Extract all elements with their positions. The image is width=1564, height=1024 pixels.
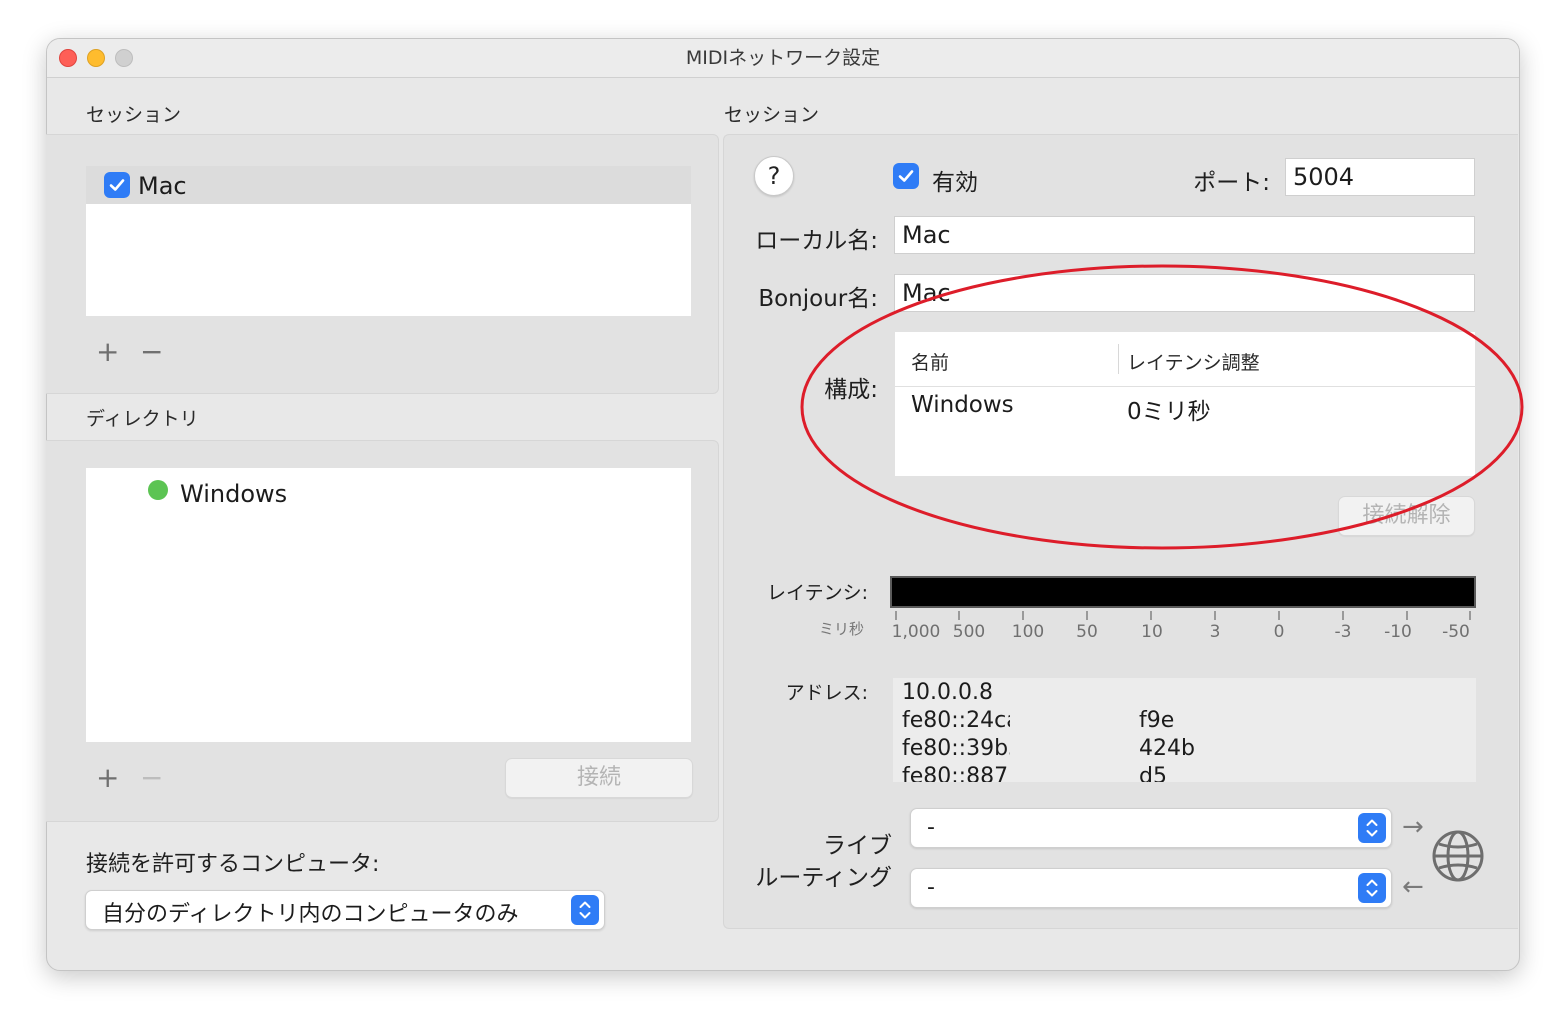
routing-out-popup[interactable]: - bbox=[910, 808, 1392, 848]
latency-tick-label: -3 bbox=[1334, 622, 1352, 642]
allow-label: 接続を許可するコンピュータ: bbox=[86, 852, 380, 877]
latency-tick bbox=[1342, 611, 1344, 620]
checkmark-icon bbox=[109, 179, 125, 191]
annotation-ellipse bbox=[800, 264, 1524, 550]
redaction-mask bbox=[1010, 704, 1141, 782]
checkmark-icon bbox=[898, 170, 914, 182]
latency-tick-label: -10 bbox=[1384, 622, 1412, 642]
latency-label: レイテンシ: bbox=[766, 582, 868, 604]
latency-tick-label: 10 bbox=[1141, 622, 1163, 642]
allow-popup-value: 自分のディレクトリ内のコンピュータのみ bbox=[102, 902, 519, 927]
port-label: ポート: bbox=[1193, 170, 1270, 196]
latency-tick bbox=[958, 611, 960, 620]
latency-tick-label: 500 bbox=[952, 622, 986, 642]
address-line: fe80::24ca bbox=[902, 708, 1020, 733]
latency-tick-label: 1,000 bbox=[891, 622, 941, 642]
latency-tick bbox=[1406, 611, 1408, 620]
latency-tick bbox=[1086, 611, 1088, 620]
remove-directory-button[interactable]: − bbox=[140, 763, 163, 793]
window-title: MIDIネットワーク設定 bbox=[685, 47, 881, 69]
latency-tick bbox=[1150, 611, 1152, 620]
enabled-checkbox[interactable] bbox=[893, 163, 919, 189]
latency-meter bbox=[890, 576, 1476, 608]
online-status-icon bbox=[148, 480, 168, 500]
chevron-updown-icon bbox=[1358, 813, 1386, 843]
address-suffix: d5 bbox=[1139, 764, 1167, 782]
address-line: fe80::39b5 bbox=[902, 736, 1023, 761]
latency-tick-label: 100 bbox=[1011, 622, 1045, 642]
routing-label-line2: ルーティング bbox=[755, 865, 892, 891]
address-line: fe80::887: bbox=[902, 764, 1016, 782]
titlebar: MIDIネットワーク設定 bbox=[47, 39, 1519, 78]
session-name: Mac bbox=[138, 172, 187, 200]
address-suffix: f9e bbox=[1139, 708, 1175, 733]
help-button[interactable]: ? bbox=[754, 156, 794, 196]
latency-tick bbox=[1022, 611, 1024, 620]
add-directory-button[interactable]: + bbox=[96, 763, 119, 793]
session-detail-heading: セッション bbox=[724, 104, 820, 126]
arrow-left-icon: ← bbox=[1402, 872, 1424, 902]
allow-popup[interactable]: 自分のディレクトリ内のコンピュータのみ bbox=[85, 890, 605, 930]
latency-tick bbox=[1278, 611, 1280, 620]
local-name-field[interactable]: Mac bbox=[894, 216, 1475, 254]
latency-tick bbox=[1469, 611, 1471, 620]
routing-label-line1: ライブ bbox=[823, 833, 892, 859]
directory-item-name: Windows bbox=[180, 480, 288, 508]
address-line: 10.0.0.8 bbox=[902, 680, 993, 705]
latency-tick-label: 3 bbox=[1209, 622, 1221, 642]
latency-tick bbox=[1214, 611, 1216, 620]
connect-button[interactable]: 接続 bbox=[505, 758, 693, 798]
latency-tick-label: -50 bbox=[1442, 622, 1470, 642]
port-field[interactable]: 5004 bbox=[1285, 158, 1475, 196]
directory-list: Windows bbox=[86, 468, 691, 742]
routing-in-value: - bbox=[927, 875, 935, 900]
globe-icon bbox=[1430, 828, 1486, 888]
add-session-button[interactable]: + bbox=[96, 337, 119, 367]
list-item[interactable]: Mac bbox=[86, 166, 691, 204]
routing-in-popup[interactable]: - bbox=[910, 868, 1392, 908]
latency-tick-label: 0 bbox=[1273, 622, 1285, 642]
routing-out-value: - bbox=[927, 815, 935, 840]
sessions-heading: セッション bbox=[86, 104, 182, 126]
chevron-updown-icon bbox=[1358, 873, 1386, 903]
address-label: アドレス: bbox=[785, 682, 868, 704]
latency-unit: ミリ秒 bbox=[818, 620, 864, 638]
remove-session-button[interactable]: − bbox=[140, 337, 163, 367]
arrow-right-icon: → bbox=[1402, 812, 1424, 842]
latency-tick bbox=[895, 611, 897, 620]
address-suffix: 424b bbox=[1139, 736, 1195, 761]
list-item[interactable]: Windows bbox=[86, 476, 691, 514]
address-list: 10.0.0.8 fe80::24ca fe80::39b5 fe80::887… bbox=[893, 678, 1476, 782]
latency-tick-label: 50 bbox=[1076, 622, 1098, 642]
session-checkbox[interactable] bbox=[104, 172, 130, 198]
chevron-updown-icon bbox=[571, 895, 599, 925]
directory-heading: ディレクトリ bbox=[86, 408, 199, 430]
sessions-list: Mac bbox=[86, 166, 691, 316]
enabled-label: 有効 bbox=[932, 170, 978, 196]
